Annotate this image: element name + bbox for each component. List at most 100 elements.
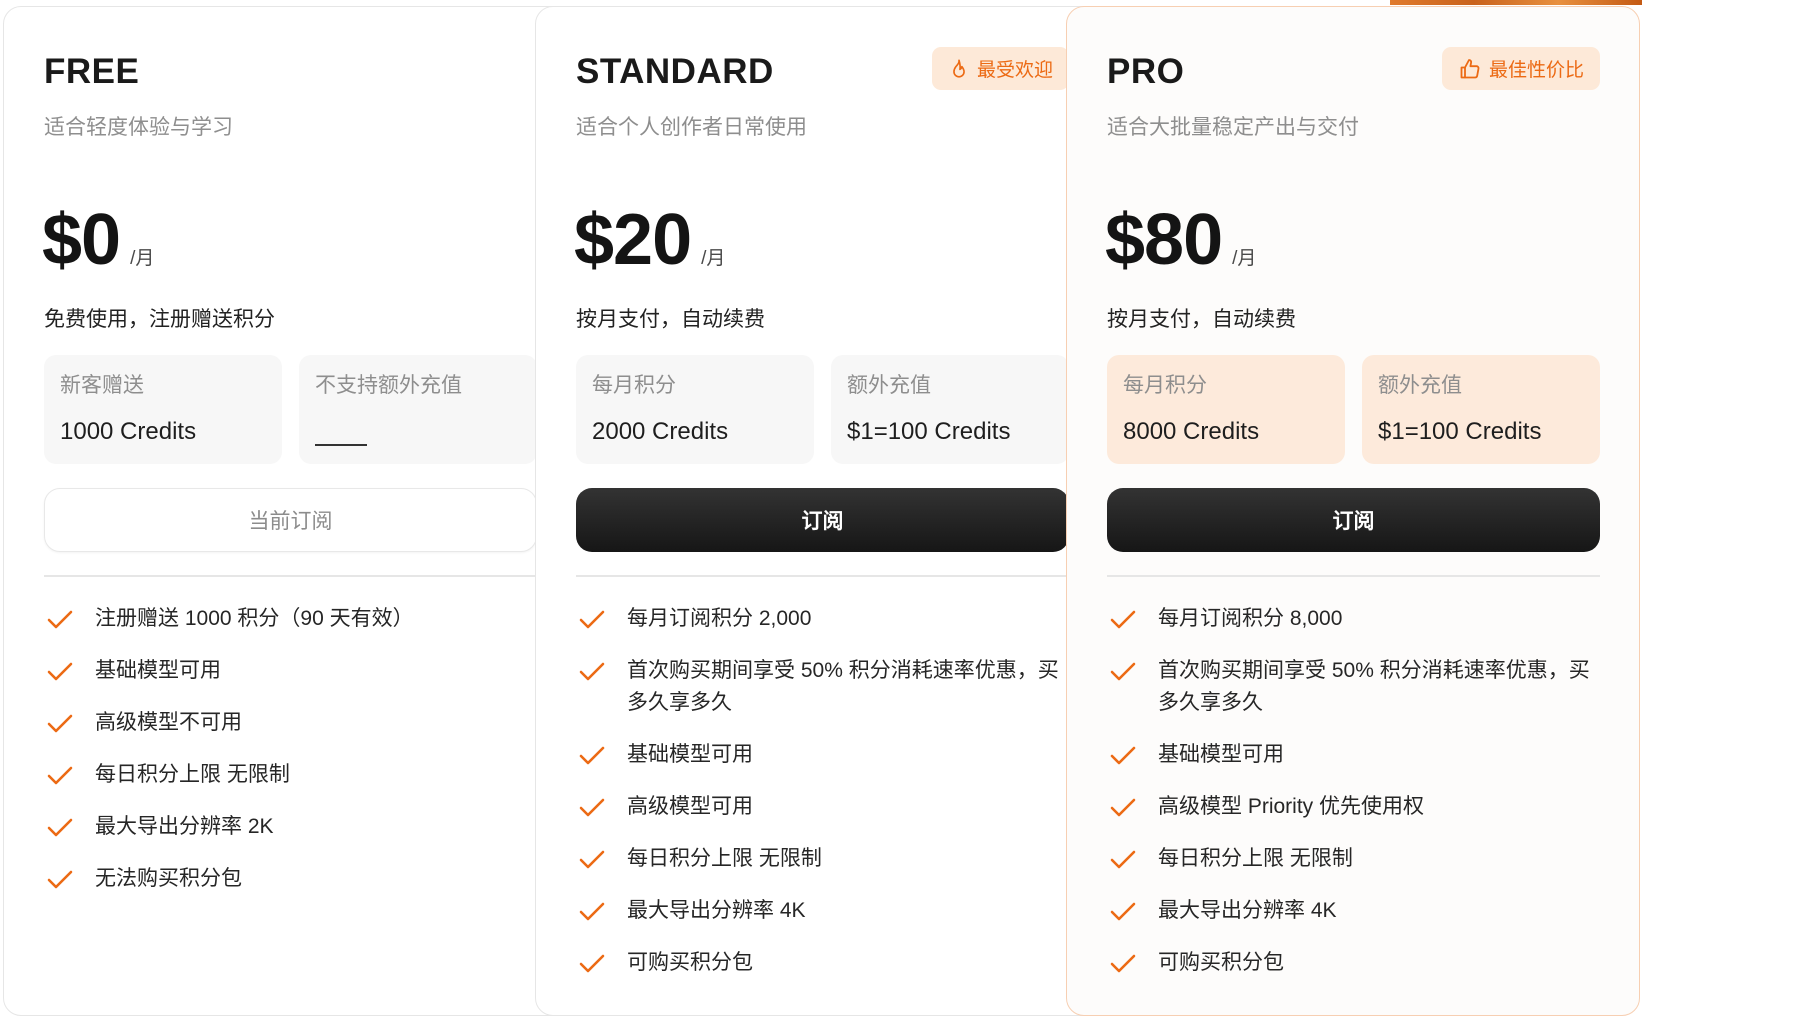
feature-text: 最大导出分辨率 4K bbox=[627, 899, 806, 922]
feature-text: 最大导出分辨率 4K bbox=[1158, 899, 1337, 922]
feature-text: 每月订阅积分 2,000 bbox=[627, 607, 812, 630]
checkmark-icon bbox=[576, 843, 608, 875]
feature-list: 注册赠送 1000 积分（90 天有效） 基础模型可用 高级模型不可用每日积分上限 … bbox=[44, 603, 544, 915]
price-amount: $80 bbox=[1105, 200, 1223, 280]
credits-box-label: 每月积分 bbox=[592, 374, 676, 397]
feature-text: 基础模型可用 bbox=[1158, 743, 1284, 766]
feature-item: 最大导出分辨率 4K bbox=[1107, 895, 1607, 927]
feature-text: 首次购买期间享受 50% 积分消耗速率优惠，买多久享多久 bbox=[1158, 659, 1590, 714]
checkmark-icon bbox=[44, 863, 76, 895]
feature-item: 每月订阅积分 8,000 bbox=[1107, 603, 1607, 635]
plan-subtitle: 适合轻度体验与学习 bbox=[44, 116, 233, 139]
feature-text: 无法购买积分包 bbox=[95, 867, 242, 890]
price-unit: /月 bbox=[130, 248, 155, 269]
feature-item: 基础模型可用 bbox=[576, 739, 1076, 771]
feature-item: 每日积分上限 无限制 bbox=[576, 843, 1076, 875]
subscribe-button[interactable]: 订阅 bbox=[1107, 488, 1600, 552]
feature-text: 每日积分上限 无限制 bbox=[95, 763, 290, 786]
price-unit: /月 bbox=[1232, 248, 1257, 269]
price: $0 /月 bbox=[42, 199, 154, 281]
billing-note: 按月支付，自动续费 bbox=[1107, 308, 1296, 331]
topup-box: 额外充值 $1=100 Credits bbox=[831, 355, 1069, 464]
header-image-edge bbox=[1390, 0, 1642, 5]
feature-item: 可购买积分包 bbox=[1107, 947, 1607, 979]
credits-box-label: 新客赠送 bbox=[60, 374, 144, 397]
feature-list: 每月订阅积分 8,000 首次购买期间享受 50% 积分消耗速率优惠，买多久享多久… bbox=[1107, 603, 1607, 999]
topup-box-value: $1=100 Credits bbox=[1378, 418, 1542, 445]
feature-text: 可购买积分包 bbox=[627, 951, 753, 974]
divider bbox=[44, 575, 537, 577]
credits-box-value: 1000 Credits bbox=[60, 418, 197, 445]
feature-item: 每日积分上限 无限制 bbox=[1107, 843, 1607, 875]
feature-item: 基础模型可用 bbox=[1107, 739, 1607, 771]
billing-note: 按月支付，自动续费 bbox=[576, 308, 765, 331]
topup-box-label: 额外充值 bbox=[847, 374, 931, 397]
price-amount: $0 bbox=[42, 200, 121, 280]
best-value-badge: 最佳性价比 bbox=[1441, 47, 1600, 90]
topup-box: 额外充值 $1=100 Credits bbox=[1362, 355, 1600, 464]
popular-badge: 最受欢迎 bbox=[931, 47, 1069, 90]
checkmark-icon bbox=[44, 655, 76, 687]
badge-label: 最佳性价比 bbox=[1488, 60, 1584, 81]
price: $80 /月 bbox=[1105, 199, 1256, 281]
checkmark-icon bbox=[44, 603, 76, 635]
credits-box: 新客赠送 1000 Credits bbox=[44, 355, 282, 464]
topup-box-value bbox=[315, 444, 521, 446]
feature-item: 基础模型可用 bbox=[44, 655, 544, 687]
credits-box: 每月积分 8000 Credits bbox=[1107, 355, 1345, 464]
price-unit: /月 bbox=[701, 248, 726, 269]
subscribe-button[interactable]: 订阅 bbox=[576, 488, 1069, 552]
feature-list: 每月订阅积分 2,000 首次购买期间享受 50% 积分消耗速率优惠，买多久享多久… bbox=[576, 603, 1076, 999]
feature-item: 最大导出分辨率 2K bbox=[44, 811, 544, 843]
feature-text: 首次购买期间享受 50% 积分消耗速率优惠，买多久享多久 bbox=[627, 659, 1059, 714]
price: $20 /月 bbox=[574, 199, 725, 281]
checkmark-icon bbox=[1107, 843, 1139, 875]
topup-box-value: $1=100 Credits bbox=[847, 418, 1011, 445]
checkmark-icon bbox=[1107, 655, 1139, 687]
topup-box-label: 额外充值 bbox=[1378, 374, 1462, 397]
checkmark-icon bbox=[576, 603, 608, 635]
current-subscription-button[interactable]: 当前订阅 bbox=[44, 488, 537, 552]
billing-note: 免费使用，注册赠送积分 bbox=[44, 308, 275, 331]
divider bbox=[576, 575, 1069, 577]
checkmark-icon bbox=[44, 707, 76, 739]
checkmark-icon bbox=[576, 791, 608, 823]
feature-item: 可购买积分包 bbox=[576, 947, 1076, 979]
checkmark-icon bbox=[44, 759, 76, 791]
fire-icon bbox=[953, 58, 965, 78]
plan-card-standard: STANDARD 最受欢迎 适合个人创作者日常使用 $20 /月 按月支付，自动… bbox=[535, 6, 1109, 1016]
checkmark-icon bbox=[1107, 947, 1139, 979]
plan-name: PRO bbox=[1107, 52, 1185, 91]
feature-text: 最大导出分辨率 2K bbox=[95, 815, 274, 838]
feature-text: 每月订阅积分 8,000 bbox=[1158, 607, 1343, 630]
checkmark-icon bbox=[576, 655, 608, 687]
checkmark-icon bbox=[44, 811, 76, 843]
feature-item: 每日积分上限 无限制 bbox=[44, 759, 544, 791]
feature-text: 注册赠送 1000 积分（90 天有效） bbox=[95, 607, 414, 630]
credits-box-value: 8000 Credits bbox=[1123, 418, 1260, 445]
feature-item: 注册赠送 1000 积分（90 天有效） bbox=[44, 603, 544, 635]
dash-placeholder bbox=[315, 444, 367, 446]
feature-item: 高级模型不可用 bbox=[44, 707, 544, 739]
feature-item: 高级模型可用 bbox=[576, 791, 1076, 823]
checkmark-icon bbox=[1107, 739, 1139, 771]
feature-text: 每日积分上限 无限制 bbox=[627, 847, 822, 870]
feature-item: 首次购买期间享受 50% 积分消耗速率优惠，买多久享多久 bbox=[576, 655, 1076, 719]
topup-box-label: 不支持额外充值 bbox=[315, 374, 462, 397]
feature-item: 无法购买积分包 bbox=[44, 863, 544, 895]
plan-subtitle: 适合大批量稳定产出与交付 bbox=[1107, 116, 1359, 139]
feature-text: 高级模型不可用 bbox=[95, 711, 242, 734]
checkmark-icon bbox=[1107, 791, 1139, 823]
thumbs-up-icon bbox=[1460, 58, 1480, 78]
feature-item: 高级模型 Priority 优先使用权 bbox=[1107, 791, 1607, 823]
plan-name: FREE bbox=[44, 52, 140, 91]
plan-name: STANDARD bbox=[576, 52, 774, 91]
checkmark-icon bbox=[1107, 603, 1139, 635]
feature-text: 高级模型可用 bbox=[627, 795, 753, 818]
credits-box-label: 每月积分 bbox=[1123, 374, 1207, 397]
feature-text: 基础模型可用 bbox=[95, 659, 221, 682]
badge-label: 最受欢迎 bbox=[976, 60, 1053, 81]
credits-box-value: 2000 Credits bbox=[592, 418, 729, 445]
feature-text: 每日积分上限 无限制 bbox=[1158, 847, 1353, 870]
feature-item: 最大导出分辨率 4K bbox=[576, 895, 1076, 927]
